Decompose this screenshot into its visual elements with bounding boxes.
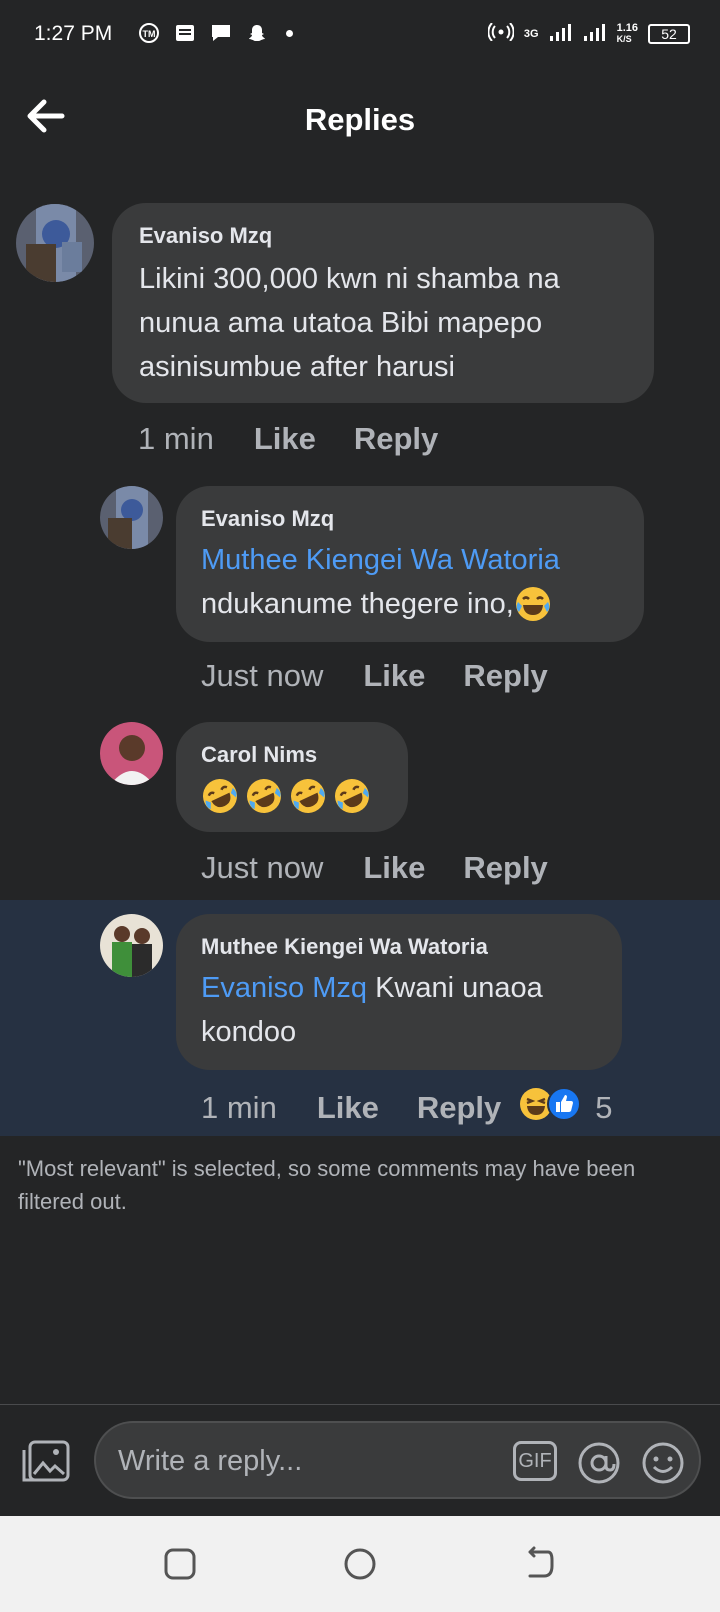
comment-emoji-row [201,777,371,815]
reaction-count: 5 [595,1090,613,1125]
notification-icons: TM [138,22,293,44]
comment-actions: 1 min Like Reply [138,421,476,457]
add-photo-button[interactable] [20,1434,74,1488]
emoji-button[interactable] [641,1441,685,1490]
speed-unit: K/S [616,33,632,44]
comment-text: Likini 300,000 kwn ni shamba na nunua am… [139,263,560,383]
speed-value: 1.16 [616,21,638,34]
square-icon [164,1548,196,1580]
comment-bubble[interactable]: Evaniso Mzq Likini 300,000 kwn ni shamba… [112,203,654,403]
comment-actions: Just now Like Reply [201,658,586,694]
composer-icons: GIF [513,1441,685,1490]
reaction-summary[interactable]: 5 [519,1087,613,1129]
news-icon [174,22,196,44]
svg-text:TM: TM [143,29,156,39]
avatar[interactable] [100,486,163,549]
comment-bubble[interactable]: Evaniso Mzq Muthee Kiengei Wa Watoria nd… [176,486,644,642]
mention-button[interactable] [577,1441,621,1490]
reply-button[interactable]: Reply [463,850,547,886]
rolling-laughing-emoji-icon [289,777,327,815]
circle-icon [344,1548,376,1580]
comment-text-row: ndukanume thegere ino, [201,582,552,626]
gif-button[interactable]: GIF [513,1441,557,1481]
data-speed: 1.16 K/S [616,21,638,45]
system-icons: 3G 1.16 K/S 52 [487,21,690,45]
comment-time: 1 min [201,1090,277,1125]
reply-button[interactable]: Reply [463,658,547,694]
back-nav-button[interactable] [522,1546,558,1582]
comment-author[interactable]: Carol Nims [201,742,317,768]
reply-button[interactable]: Reply [417,1090,501,1126]
hotspot-icon [487,22,515,44]
comment-time: Just now [201,850,324,885]
signal-icon [549,22,573,45]
comment-author[interactable]: Evaniso Mzq [201,506,334,532]
reply-button[interactable]: Reply [354,421,438,457]
comment-bubble[interactable]: Carol Nims [176,722,408,832]
status-time: 1:27 PM [34,22,113,45]
comment-time: Just now [201,658,324,693]
smiley-icon [642,1442,684,1484]
tears-of-joy-emoji-icon [514,585,552,623]
photo-icon [22,1440,70,1482]
home-button[interactable] [342,1546,378,1582]
mention-link[interactable]: Muthee Kiengei Wa Watoria [201,538,560,582]
comment-text: ndukanume thegere ino, [201,588,514,620]
reply-placeholder: Write a reply... [118,1445,303,1477]
tm-icon: TM [138,22,160,44]
avatar[interactable] [16,204,94,282]
at-sign-icon [578,1442,620,1484]
status-bar: 1:27 PM TM 3G 1.16 K/S 52 [0,0,720,72]
snapchat-icon [246,22,268,44]
comment-text-block: Evaniso Mzq Kwani unaoa kondoo [201,966,611,1054]
rolling-laughing-emoji-icon [245,777,283,815]
page-title: Replies [304,102,416,137]
comment-author[interactable]: Muthee Kiengei Wa Watoria [201,934,488,960]
avatar[interactable] [100,914,163,977]
network-type: 3G [523,27,539,40]
comment-bubble[interactable]: Muthee Kiengei Wa Watoria Evaniso Mzq Kw… [176,914,622,1070]
comment-author[interactable]: Evaniso Mzq [139,223,272,249]
like-button[interactable]: Like [363,658,425,694]
system-nav-bar [0,1516,720,1612]
message-icon [210,22,232,44]
signal-icon-2 [583,22,607,45]
avatar[interactable] [100,722,163,785]
more-notifications-icon [286,29,293,37]
rolling-laughing-emoji-icon [201,777,239,815]
comment-actions: 1 min Like Reply 5 [201,1087,613,1129]
rolling-laughing-emoji-icon [333,777,371,815]
header: Replies [0,72,720,168]
like-button[interactable]: Like [317,1090,379,1126]
recent-apps-button[interactable] [162,1546,198,1582]
comment-actions: Just now Like Reply [201,850,586,886]
back-nav-icon [528,1546,554,1578]
filter-note: "Most relevant" is selected, so some com… [18,1156,636,1214]
reply-input[interactable]: Write a reply... GIF [94,1421,701,1499]
like-button[interactable]: Like [254,421,316,457]
comment-time: 1 min [138,421,214,456]
battery-icon: 52 [648,23,690,44]
like-button[interactable]: Like [363,850,425,886]
like-reaction-icon [547,1087,582,1129]
mention-link[interactable]: Evaniso Mzq [201,972,367,1004]
divider [0,1404,720,1405]
